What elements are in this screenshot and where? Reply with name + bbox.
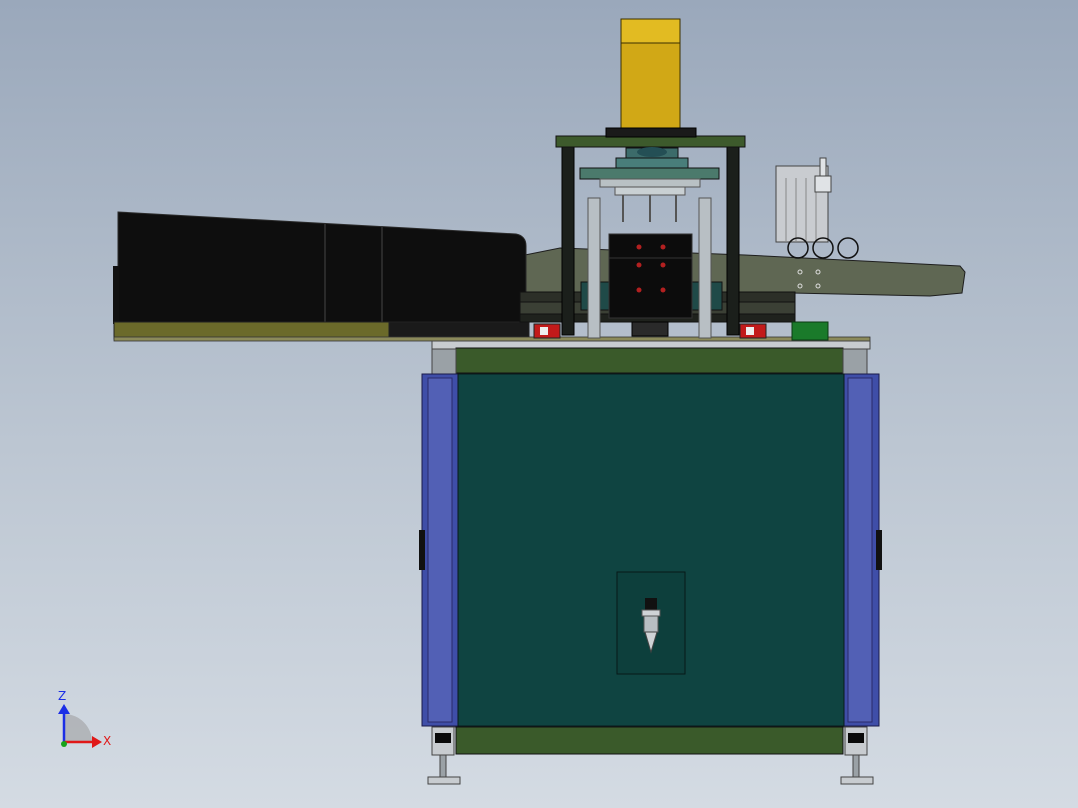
- cabinet: [419, 340, 882, 755]
- z-axis-label: Z: [58, 689, 66, 703]
- upper-press-frame: [555, 135, 746, 222]
- orientation-triad[interactable]: Z X: [58, 689, 111, 748]
- cad-viewport[interactable]: Z X: [0, 0, 1078, 808]
- machine-assembly[interactable]: [113, 18, 966, 785]
- left-conveyor-box: [113, 211, 527, 324]
- y-axis-icon: [61, 741, 67, 747]
- x-axis-label: X: [103, 734, 111, 748]
- right-cylinder-assembly: [775, 157, 859, 259]
- yellow-motor: [605, 18, 697, 138]
- green-connector: [791, 321, 829, 341]
